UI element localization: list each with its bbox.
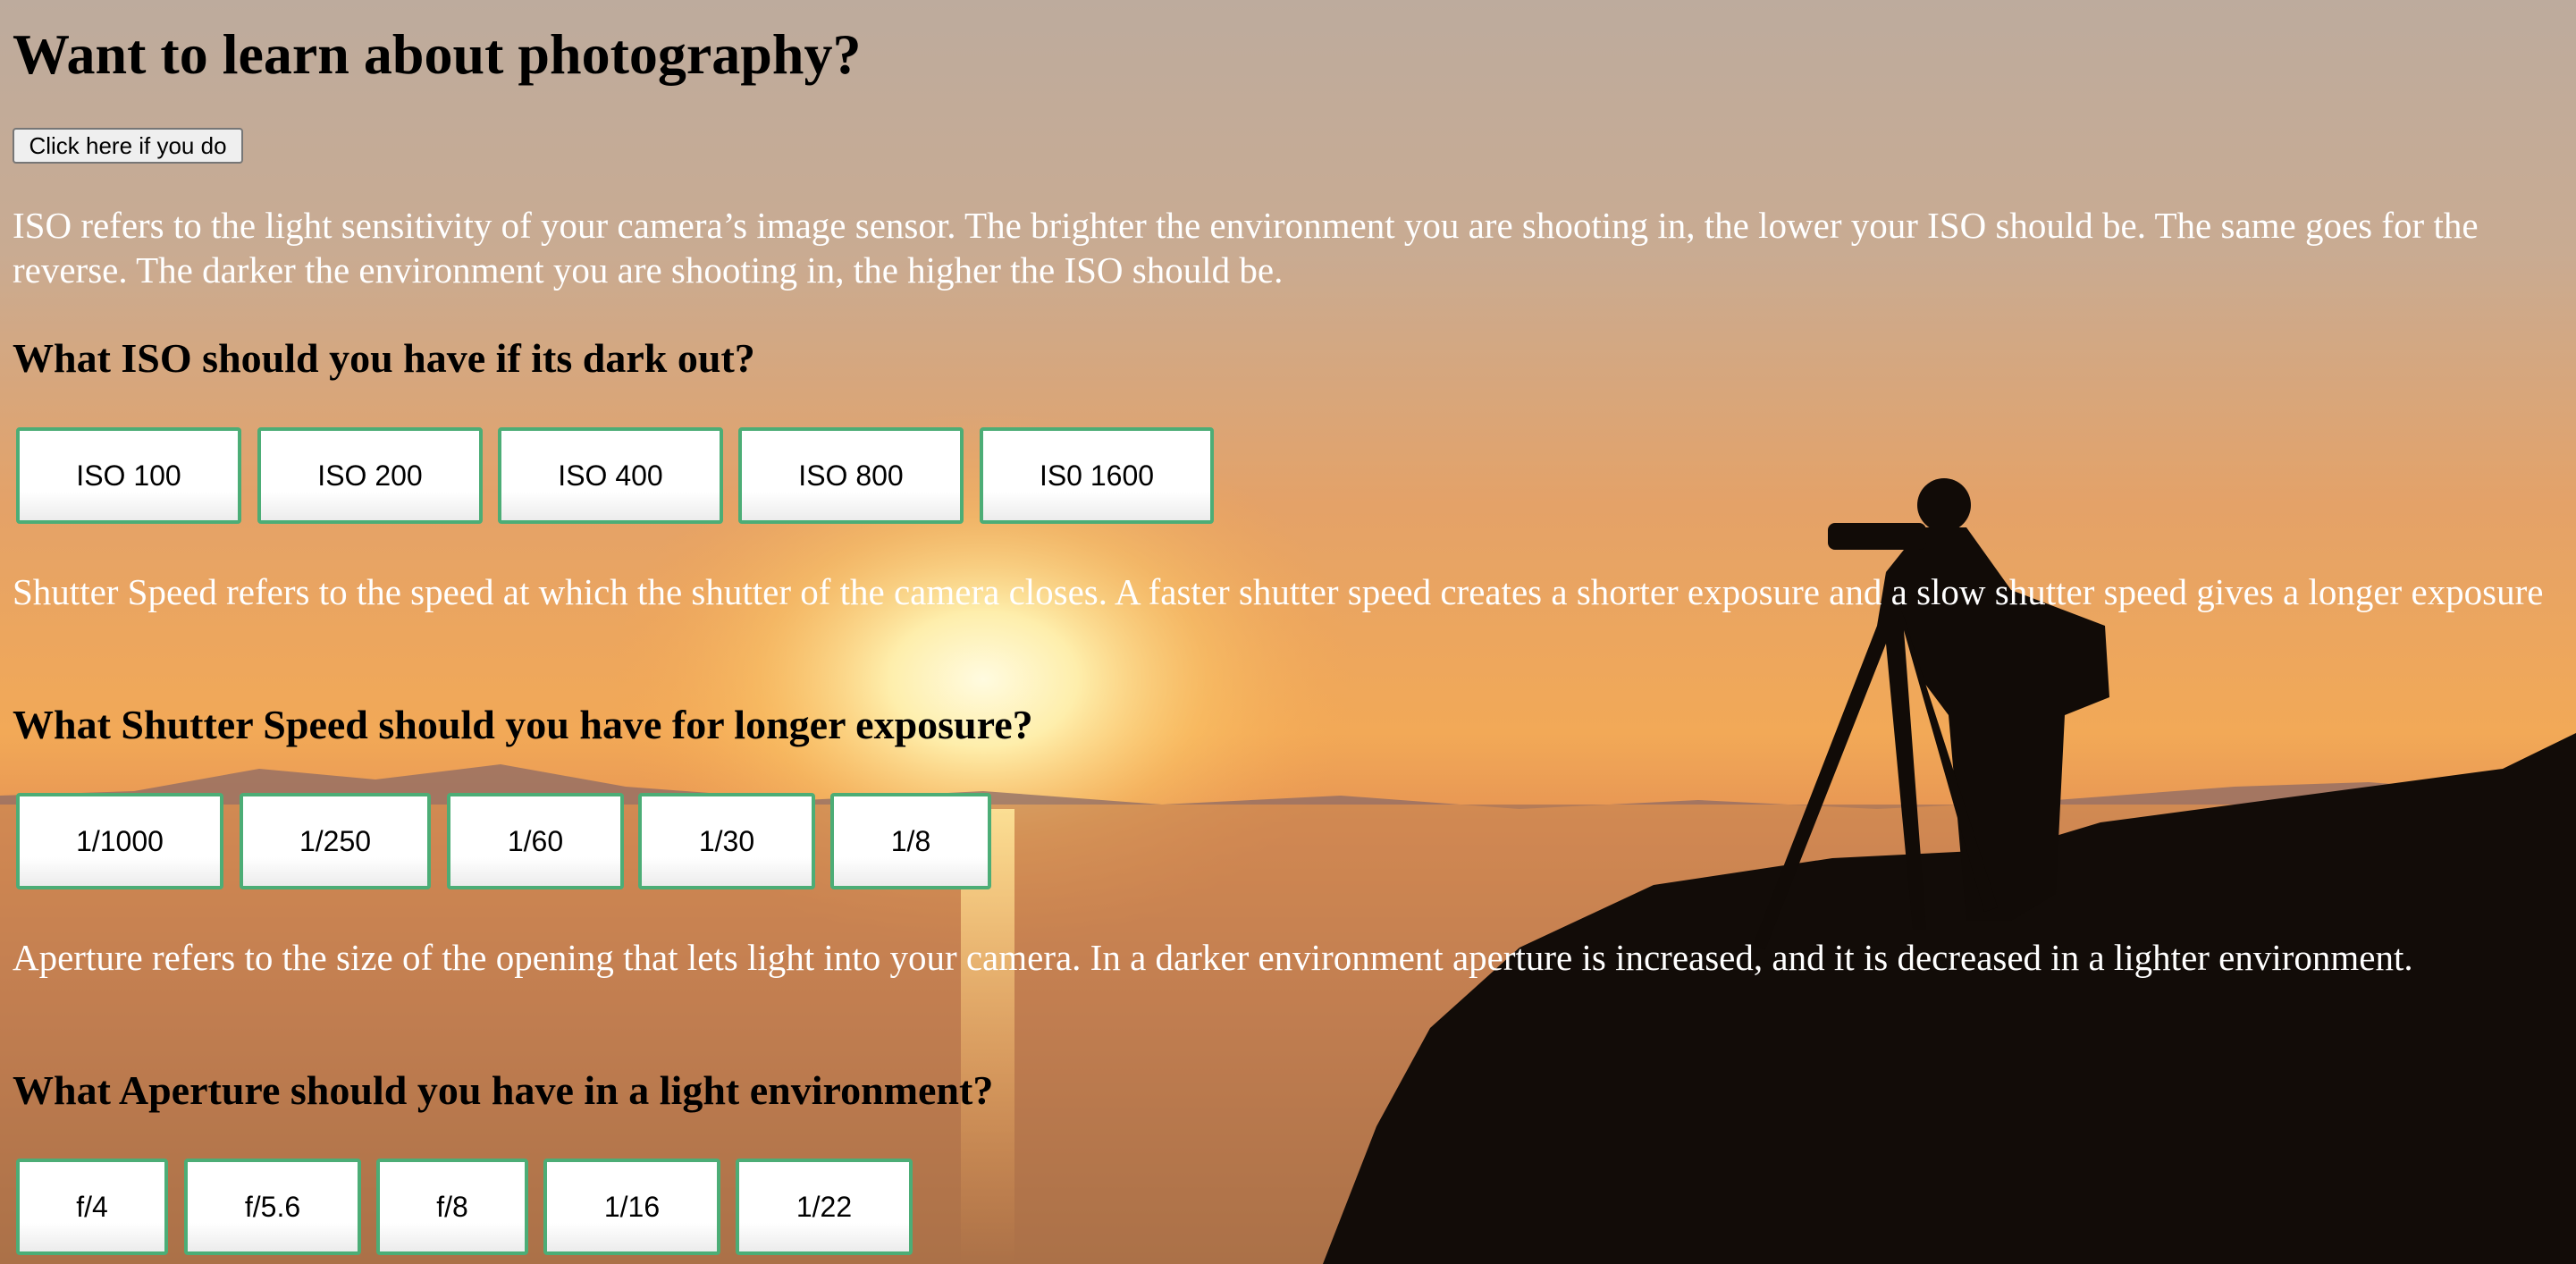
- aperture-description: Aperture refers to the size of the openi…: [13, 937, 2413, 978]
- aperture-option-f4[interactable]: f/4: [16, 1159, 168, 1255]
- shutter-description: Shutter Speed refers to the speed at whi…: [13, 571, 2544, 612]
- page-title: Want to learn about photography?: [13, 22, 862, 86]
- aperture-option-f8[interactable]: f/8: [376, 1159, 528, 1255]
- iso-option-200[interactable]: ISO 200: [257, 427, 483, 524]
- shutter-option-1-60[interactable]: 1/60: [447, 793, 624, 889]
- shutter-option-1-8[interactable]: 1/8: [830, 793, 991, 889]
- aperture-option-1-22[interactable]: 1/22: [736, 1159, 913, 1255]
- shutter-option-1-250[interactable]: 1/250: [240, 793, 431, 889]
- shutter-option-1-1000[interactable]: 1/1000: [16, 793, 223, 889]
- iso-option-400[interactable]: ISO 400: [498, 427, 723, 524]
- click-here-button[interactable]: Click here if you do: [13, 128, 243, 164]
- aperture-option-1-16[interactable]: 1/16: [543, 1159, 720, 1255]
- aperture-question: What Aperture should you have in a light…: [13, 1067, 994, 1113]
- shutter-option-1-30[interactable]: 1/30: [638, 793, 815, 889]
- aperture-option-f5-6[interactable]: f/5.6: [184, 1159, 361, 1255]
- iso-option-100[interactable]: ISO 100: [16, 427, 241, 524]
- iso-description: ISO refers to the light sensitivity of y…: [13, 205, 2479, 291]
- iso-option-800[interactable]: ISO 800: [738, 427, 964, 524]
- iso-option-1600[interactable]: IS0 1600: [980, 427, 1214, 524]
- iso-question: What ISO should you have if its dark out…: [13, 335, 755, 381]
- shutter-question: What Shutter Speed should you have for l…: [13, 702, 1033, 747]
